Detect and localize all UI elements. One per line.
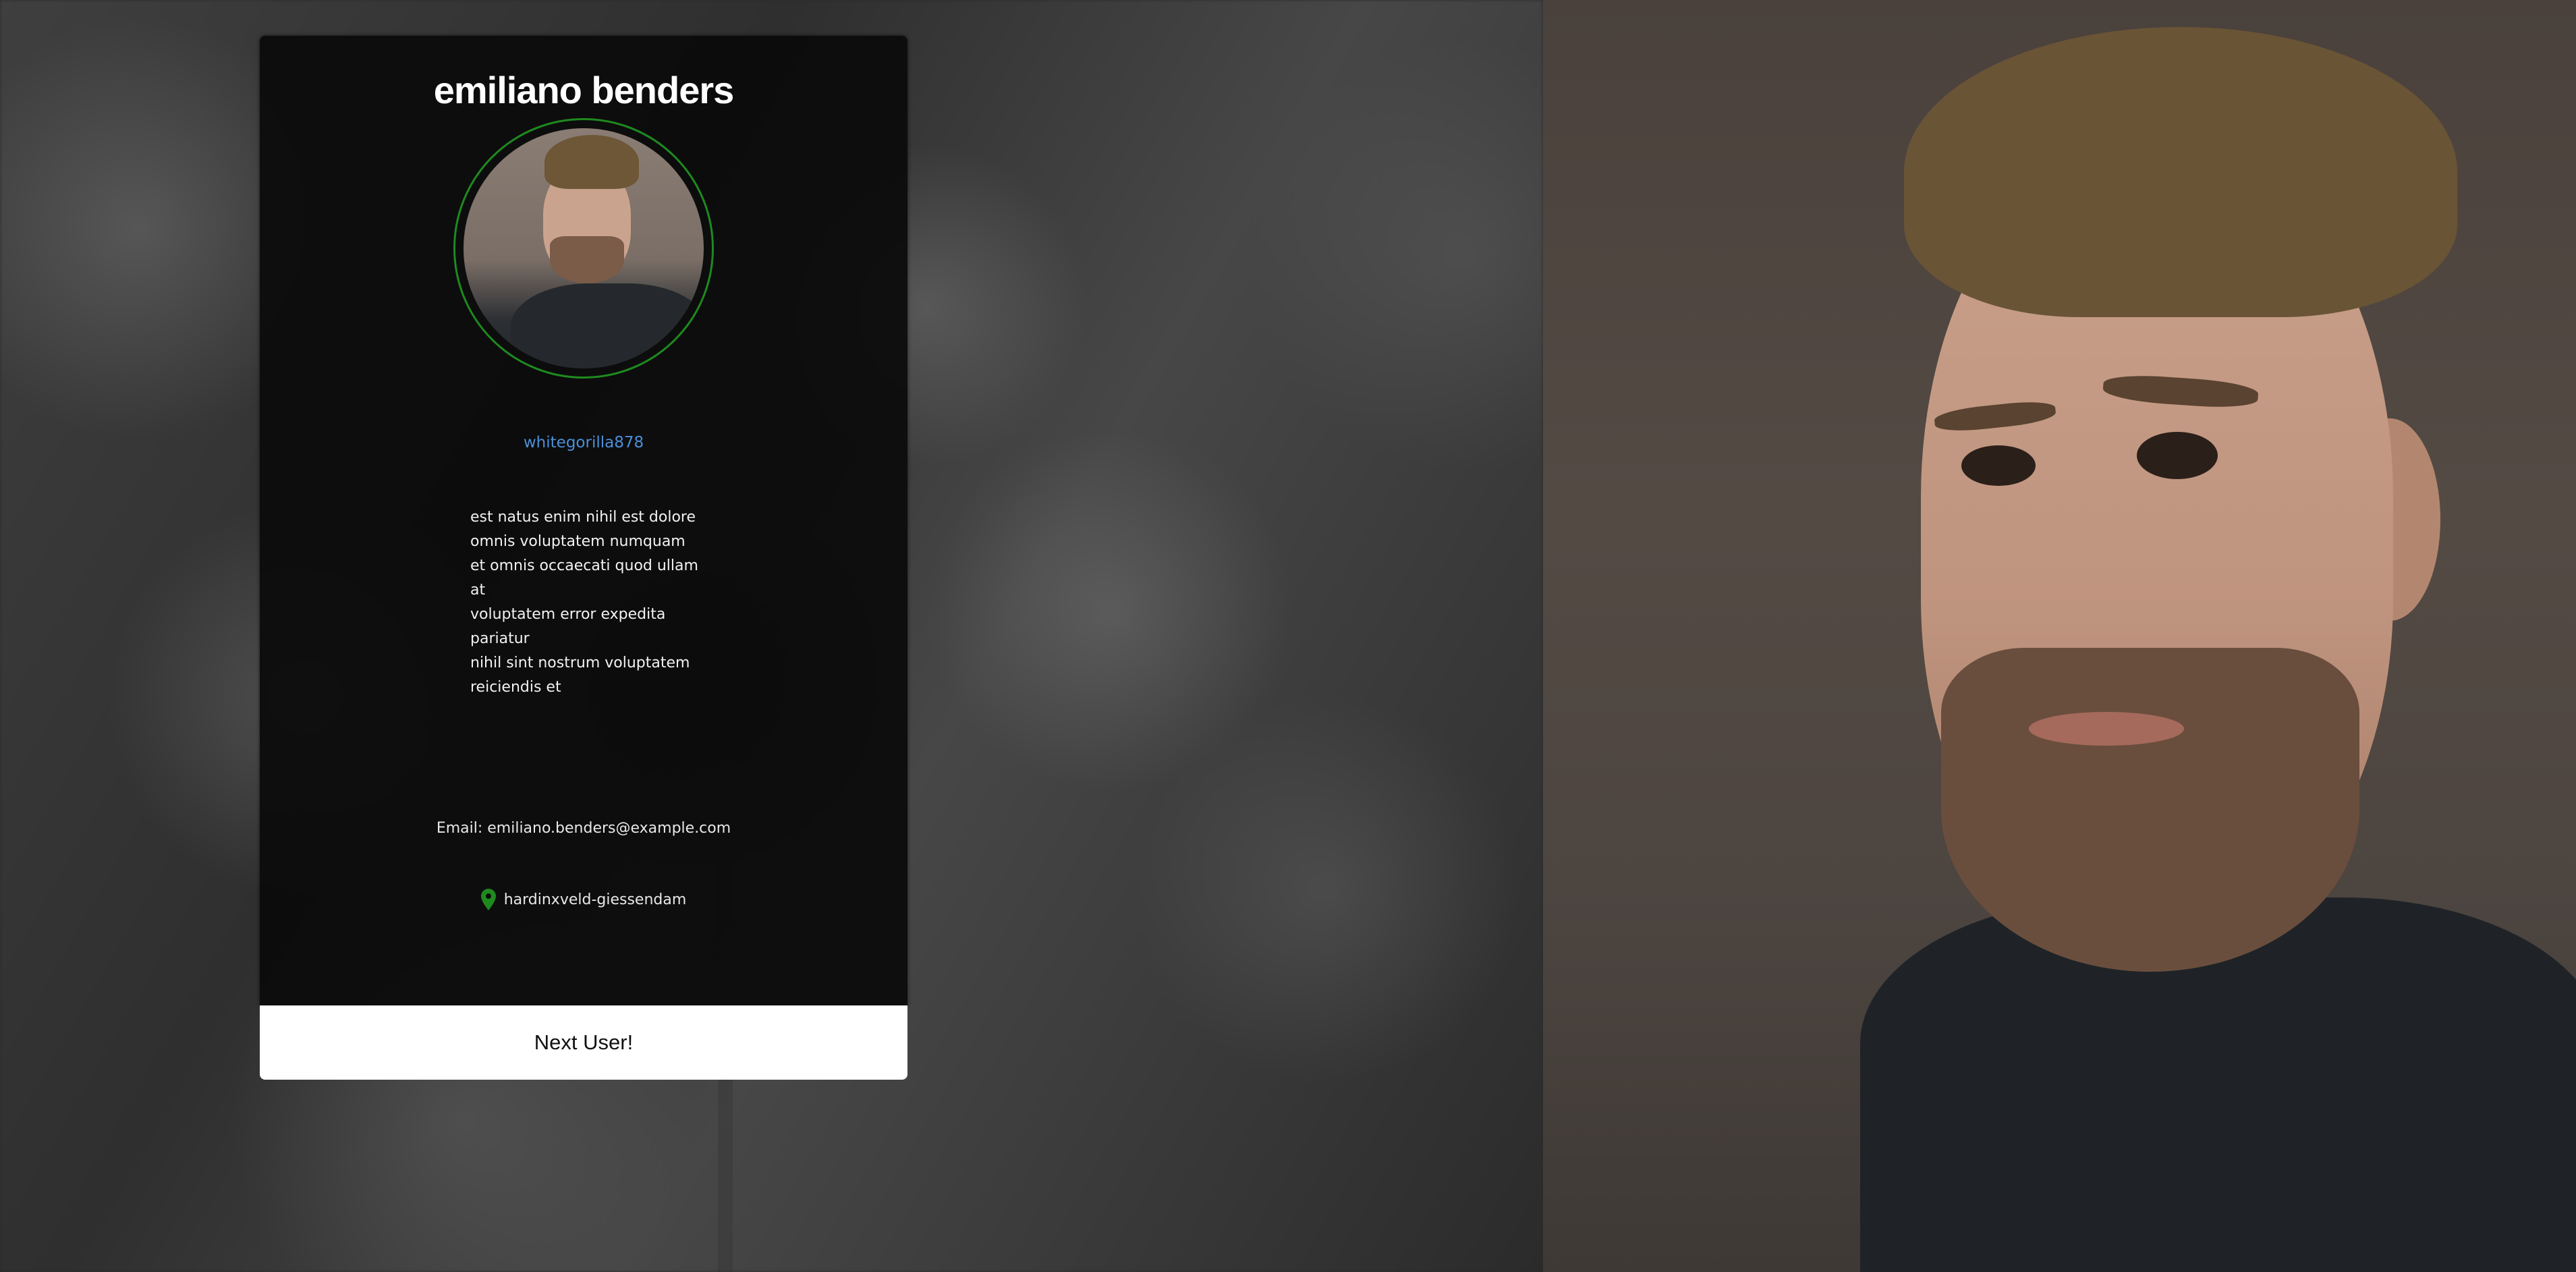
profile-name: emiliano benders — [433, 69, 735, 111]
profile-card: emiliano benders whitegorilla878 est nat… — [260, 36, 907, 1005]
bio-line: reiciendis et — [470, 679, 561, 696]
bio-line: et omnis occaecati quod ullam — [470, 557, 698, 574]
bio-line: omnis voluptatem numquam — [470, 533, 685, 550]
bio-line: voluptatem error expedita — [470, 606, 666, 623]
bio-line: est natus enim nihil est dolore — [470, 509, 696, 526]
profile-photo-large — [1543, 0, 2576, 1272]
next-user-button[interactable]: Next User! — [260, 1005, 907, 1080]
bio: est natus enim nihil est dolore omnis vo… — [470, 505, 713, 700]
avatar — [464, 128, 704, 368]
map-pin-icon — [480, 889, 496, 910]
bio-line: at — [470, 582, 486, 599]
bio-line: pariatur — [470, 630, 530, 647]
location: hardinxveld-giessendam — [260, 889, 907, 910]
email-text: Email: emiliano.benders@example.com — [436, 820, 731, 837]
bio-line: nihil sint nostrum voluptatem — [470, 655, 690, 671]
location-text: hardinxveld-giessendam — [503, 891, 687, 908]
username-link[interactable]: whitegorilla878 — [260, 434, 907, 451]
